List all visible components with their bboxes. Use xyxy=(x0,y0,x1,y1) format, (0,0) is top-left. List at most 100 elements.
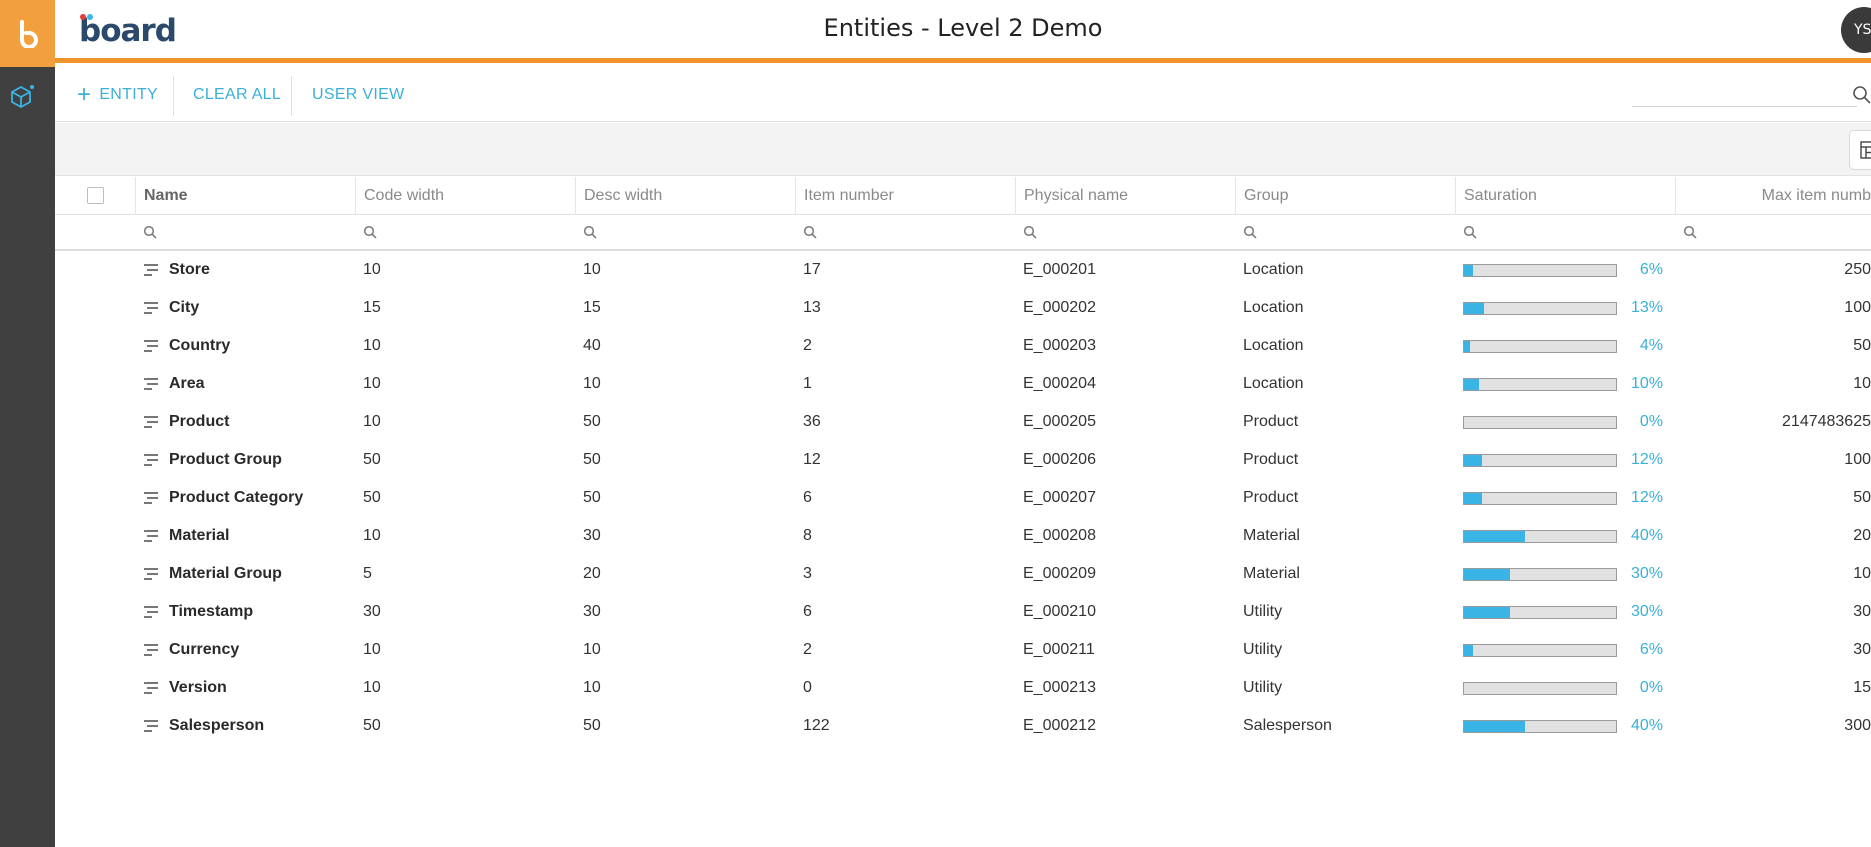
filter-cell-item-number[interactable] xyxy=(795,215,995,249)
filter-cell-max-item-number[interactable] xyxy=(1675,215,1871,249)
col-header-max-item-number[interactable]: Max item numb xyxy=(1675,177,1871,214)
saturation-bar-cell xyxy=(1455,289,1625,327)
col-header-code-width[interactable]: Code width xyxy=(355,177,575,214)
filter-cell-code-width[interactable] xyxy=(355,215,555,249)
entity-name: Salesperson xyxy=(169,717,265,734)
entity-name-cell[interactable]: Material xyxy=(135,517,355,555)
entity-name-cell[interactable]: Area xyxy=(135,365,355,403)
entity-name-cell[interactable]: City xyxy=(135,289,355,327)
saturation-bar xyxy=(1463,681,1617,695)
entity-hierarchy-icon xyxy=(144,492,158,504)
group-cell: Salesperson xyxy=(1243,717,1332,734)
saturation-bar-fill xyxy=(1464,530,1525,542)
clear-all-button[interactable]: CLEAR ALL xyxy=(193,68,281,122)
search-icon[interactable] xyxy=(1852,85,1871,109)
table-row[interactable]: Product 10 50 36 E_000205 Product 0% 2147483625 xyxy=(55,403,1871,441)
saturation-bar xyxy=(1463,301,1617,315)
table-row[interactable]: City 15 15 13 E_000202 Location 13% 100 xyxy=(55,289,1871,327)
select-all-checkbox[interactable] xyxy=(86,187,104,204)
physical-name-cell: E_000201 xyxy=(1023,261,1096,278)
entity-name-cell[interactable]: Version xyxy=(135,669,355,707)
max-item-number-cell: 10 xyxy=(1853,375,1871,392)
col-header-desc-width[interactable]: Desc width xyxy=(575,177,795,214)
table-row[interactable]: Country 10 40 2 E_000203 Location 4% 50 xyxy=(55,327,1871,365)
saturation-bar-fill xyxy=(1464,454,1483,466)
saturation-bar-cell xyxy=(1455,365,1625,403)
max-item-number-cell: 50 xyxy=(1853,337,1871,354)
table-row[interactable]: Material Group 5 20 3 E_000209 Material 30% 10 xyxy=(55,555,1871,593)
filter-cell-desc-width[interactable] xyxy=(575,215,775,249)
col-header-saturation[interactable]: Saturation xyxy=(1455,177,1675,214)
entity-name: Material xyxy=(169,527,230,544)
entity-hierarchy-icon xyxy=(144,720,158,732)
table-row[interactable]: Product Category 50 50 6 E_000207 Product 12% 5… xyxy=(55,479,1871,517)
search-input[interactable] xyxy=(1632,82,1857,106)
table-grid-icon xyxy=(1860,141,1871,159)
code-width-cell: 50 xyxy=(363,489,381,506)
entity-name-cell[interactable]: Timestamp xyxy=(135,593,355,631)
entity-name-cell[interactable]: Material Group xyxy=(135,555,355,593)
filter-search-icon xyxy=(1243,225,1257,239)
entities-cube-icon[interactable] xyxy=(6,82,36,112)
add-entity-button[interactable]: + ENTITY xyxy=(77,68,158,122)
saturation-percent: 30% xyxy=(1630,565,1663,582)
saturation-bar xyxy=(1463,567,1617,581)
table-toolbar-band xyxy=(55,123,1871,176)
toolbar-divider xyxy=(173,76,174,116)
table-row[interactable]: Currency 10 10 2 E_000211 Utility 6% 30 xyxy=(55,631,1871,669)
entity-name-cell[interactable]: Product Group xyxy=(135,441,355,479)
entity-hierarchy-icon xyxy=(144,606,158,618)
max-item-number-cell: 250 xyxy=(1844,261,1871,278)
table-row[interactable]: Product Group 50 50 12 E_000206 Product 12% 100 xyxy=(55,441,1871,479)
desc-width-cell: 40 xyxy=(583,337,601,354)
item-number-cell: 1 xyxy=(803,375,812,392)
group-cell: Utility xyxy=(1243,679,1283,696)
filter-search-icon xyxy=(803,225,817,239)
saturation-percent: 12% xyxy=(1630,451,1663,468)
toolbar-divider xyxy=(291,76,292,116)
entity-name-cell[interactable]: Store xyxy=(135,251,355,289)
group-cell: Product xyxy=(1243,489,1299,506)
saturation-bar xyxy=(1463,529,1617,543)
entity-name-cell[interactable]: Country xyxy=(135,327,355,365)
entity-name-cell[interactable]: Currency xyxy=(135,631,355,669)
user-view-button[interactable]: USER VIEW xyxy=(312,68,405,122)
saturation-percent: 40% xyxy=(1630,717,1663,734)
col-header-group[interactable]: Group xyxy=(1235,177,1455,214)
filter-cell-physical-name[interactable] xyxy=(1015,215,1215,249)
table-row[interactable]: Area 10 10 1 E_000204 Location 10% 10 xyxy=(55,365,1871,403)
table-row[interactable]: Version 10 10 0 E_000213 Utility 0% 15 xyxy=(55,669,1871,707)
saturation-bar-cell xyxy=(1455,707,1625,745)
saturation-percent: 40% xyxy=(1630,527,1663,544)
board-logo-icon[interactable] xyxy=(0,0,55,67)
col-header-physical-name[interactable]: Physical name xyxy=(1015,177,1235,214)
entity-hierarchy-icon xyxy=(144,682,158,694)
column-chooser-button[interactable] xyxy=(1849,130,1871,170)
filter-cell-group[interactable] xyxy=(1235,215,1435,249)
table-row[interactable]: Salesperson 50 50 122 E_000212 Salesperson 40%… xyxy=(55,707,1871,745)
saturation-bar-cell xyxy=(1455,403,1625,441)
max-item-number-cell: 100 xyxy=(1844,451,1871,468)
entity-name-cell[interactable]: Product Category xyxy=(135,479,355,517)
filter-cell-saturation[interactable] xyxy=(1455,215,1655,249)
table-row[interactable]: Timestamp 30 30 6 E_000210 Utility 30% 30 xyxy=(55,593,1871,631)
saturation-percent: 30% xyxy=(1630,603,1663,620)
code-width-cell: 10 xyxy=(363,375,381,392)
group-cell: Location xyxy=(1243,299,1304,316)
plus-icon: + xyxy=(77,81,92,108)
code-width-cell: 10 xyxy=(363,527,381,544)
filter-search-icon xyxy=(1463,225,1477,239)
filter-cell-name[interactable] xyxy=(135,215,335,249)
desc-width-cell: 20 xyxy=(583,565,601,582)
table-row[interactable]: Material 10 30 8 E_000208 Material 40% 20 xyxy=(55,517,1871,555)
max-item-number-cell: 50 xyxy=(1853,489,1871,506)
col-header-item-number[interactable]: Item number xyxy=(795,177,1015,214)
table-row[interactable]: Store 10 10 17 E_000201 Location 6% 250 xyxy=(55,251,1871,289)
entity-name-cell[interactable]: Product xyxy=(135,403,355,441)
group-cell: Location xyxy=(1243,375,1304,392)
physical-name-cell: E_000206 xyxy=(1023,451,1096,468)
entity-name-cell[interactable]: Salesperson xyxy=(135,707,355,745)
item-number-cell: 8 xyxy=(803,527,812,544)
col-header-name[interactable]: Name xyxy=(135,177,355,214)
saturation-bar xyxy=(1463,453,1617,467)
